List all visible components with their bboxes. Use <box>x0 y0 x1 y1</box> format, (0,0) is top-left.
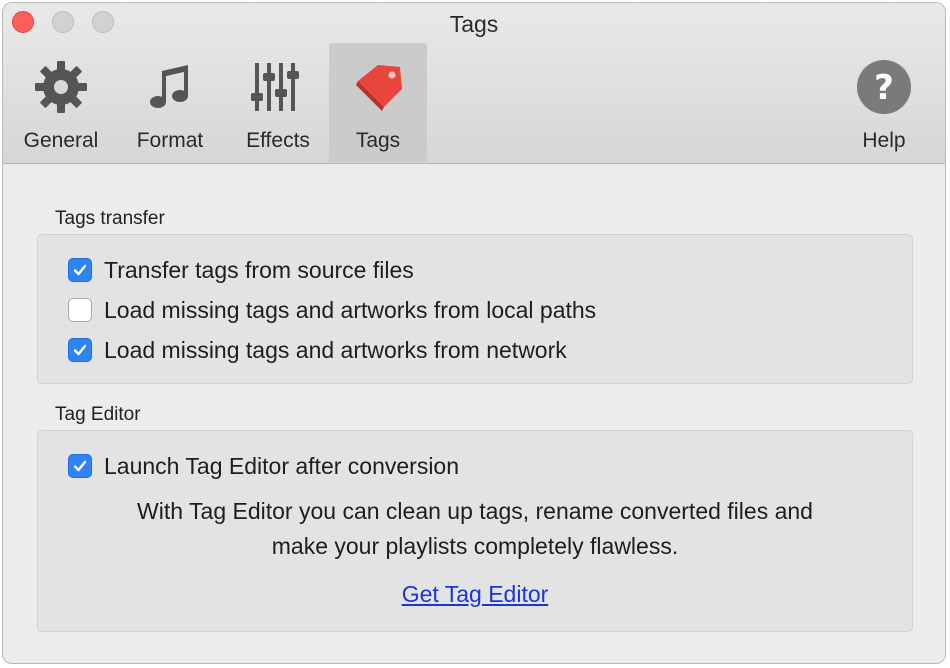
transfer-tags-option[interactable]: Transfer tags from source files <box>68 255 414 285</box>
sliders-icon <box>251 63 299 111</box>
transfer-tags-checkbox[interactable] <box>68 258 92 282</box>
tags-transfer-group: Transfer tags from source files Load mis… <box>37 234 913 384</box>
checkmark-icon <box>73 460 87 472</box>
checkmark-icon <box>73 264 87 276</box>
tag-icon <box>356 65 402 111</box>
tab-help-label: Help <box>862 129 906 152</box>
gear-icon <box>35 61 87 113</box>
launch-tag-editor-label: Launch Tag Editor after conversion <box>104 452 460 479</box>
tab-help[interactable]: ? Help <box>837 43 931 162</box>
tags-transfer-title: Tags transfer <box>55 208 165 229</box>
tag-editor-group: Launch Tag Editor after conversion With … <box>37 430 913 632</box>
checkmark-icon <box>73 344 87 356</box>
tab-general-label: General <box>23 129 99 152</box>
help-icon: ? <box>857 60 911 114</box>
transfer-tags-label: Transfer tags from source files <box>104 256 414 283</box>
network-option[interactable]: Load missing tags and artworks from netw… <box>68 335 567 365</box>
tab-format[interactable]: Format <box>123 43 217 162</box>
svg-text:?: ? <box>874 68 894 108</box>
get-tag-editor-link[interactable]: Get Tag Editor <box>38 581 912 608</box>
description-line-2: make your playlists completely flawless. <box>271 533 679 559</box>
tag-editor-description: With Tag Editor you can clean up tags, r… <box>38 494 912 564</box>
tag-editor-title: Tag Editor <box>55 404 141 425</box>
tab-tags-label: Tags <box>355 129 401 152</box>
launch-tag-editor-checkbox[interactable] <box>68 454 92 478</box>
title-toolbar: Tags General Format Effects Tags ? Help <box>3 3 945 164</box>
local-paths-option[interactable]: Load missing tags and artworks from loca… <box>68 295 596 325</box>
local-paths-checkbox[interactable] <box>68 298 92 322</box>
tab-tags[interactable]: Tags <box>329 43 427 162</box>
tab-format-label: Format <box>136 129 204 152</box>
launch-tag-editor-option[interactable]: Launch Tag Editor after conversion <box>68 451 459 481</box>
music-note-icon <box>150 65 188 108</box>
description-line-1: With Tag Editor you can clean up tags, r… <box>137 498 813 524</box>
window-title: Tags <box>449 11 499 37</box>
tab-effects-label: Effects <box>246 129 310 152</box>
tab-general[interactable]: General <box>14 43 108 162</box>
network-label: Load missing tags and artworks from netw… <box>104 336 567 363</box>
preferences-window: Tags General Format Effects Tags ? Help … <box>2 2 946 664</box>
local-paths-label: Load missing tags and artworks from loca… <box>104 296 597 323</box>
network-checkbox[interactable] <box>68 338 92 362</box>
tab-effects[interactable]: Effects <box>231 43 325 162</box>
